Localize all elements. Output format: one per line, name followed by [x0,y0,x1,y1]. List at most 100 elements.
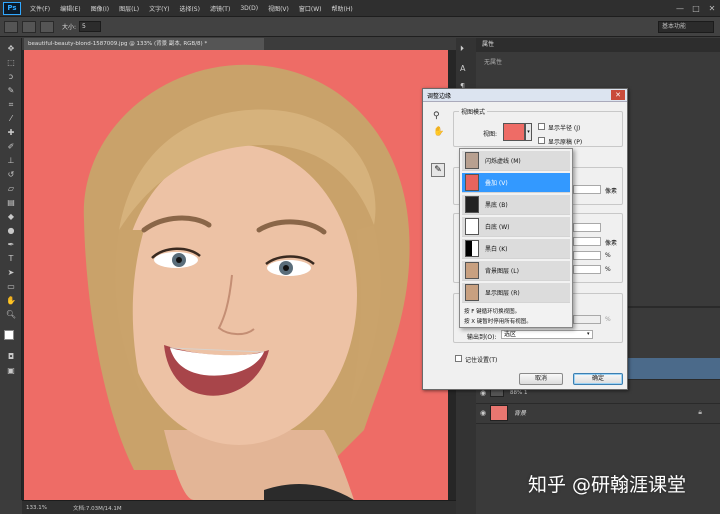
menu-edit[interactable]: 编辑(E) [55,4,85,13]
document-info: 文档:7.03M/14.1M [72,505,122,512]
eyedropper-tool-icon[interactable]: ⁄ [4,114,18,124]
crop-tool-icon[interactable]: ⌗ [4,100,18,110]
marquee-tool-icon[interactable]: ⬚ [4,58,18,68]
view-option-thumbnail [465,262,479,279]
maximize-button[interactable]: □ [688,4,704,13]
hand-icon[interactable]: ✋ [433,127,444,137]
zoom-level[interactable]: 133.1% [26,505,47,511]
clone-stamp-tool-icon[interactable]: ⊥ [4,156,18,166]
view-mode-menu: 闪烁虚线 (M) 叠加 (V) 黑底 (B) 白底 (W) 黑白 (K) 背景图… [459,148,573,328]
zoom-tool-icon[interactable]: 🔍︎ [4,310,18,320]
view-thumbnail-dropdown[interactable] [503,123,525,141]
view-option-overlay[interactable]: 叠加 (V) [462,173,570,193]
brush-add-button[interactable] [40,20,54,33]
chevron-down-icon[interactable]: ▾ [587,331,590,337]
feather-unit-label: 像素 [605,240,618,247]
blur-tool-icon[interactable]: ◆ [4,212,18,222]
menu-window[interactable]: 窗口(W) [294,4,327,13]
quick-select-tool-icon[interactable]: ✎ [4,86,18,96]
refine-radius-tool-icon[interactable]: ✎ [431,163,445,177]
view-option-reveal-layer[interactable]: 显示图层 (R) [462,283,570,303]
view-option-marching-ants[interactable]: 闪烁虚线 (M) [462,151,570,171]
view-option-label: 闪烁虚线 (M) [485,158,521,165]
hand-tool-icon[interactable]: ✋ [4,296,18,306]
show-original-label: 显示原稿 (P) [548,139,583,146]
contrast-unit-label: % [605,252,611,259]
lasso-tool-icon[interactable]: ↄ [4,72,18,82]
size-label: 大小: [62,24,77,31]
healing-tool-icon[interactable]: ✚ [4,128,18,138]
shape-tool-icon[interactable]: ▭ [4,282,18,292]
view-option-label: 白底 (W) [485,224,510,231]
move-tool-icon[interactable]: ✥ [4,44,18,54]
layer-name: 88% 1 [510,389,528,396]
screen-mode-icon[interactable]: ▣ [4,366,18,376]
workspace-select[interactable]: 基本功能 [658,20,714,33]
show-original-checkbox[interactable] [538,137,545,144]
menu-file[interactable]: 文件(F) [25,4,55,13]
ok-button[interactable]: 确定 [573,373,623,385]
close-window-button[interactable]: ✕ [704,4,720,13]
view-option-thumbnail [465,152,479,169]
zoom-icon[interactable]: ⚲ [433,111,440,121]
menu-help[interactable]: 帮助(H) [327,4,358,13]
character-panel-icon[interactable]: A [460,64,465,73]
output-to-label: 输出到(O): [467,334,497,341]
brush-tool-icon[interactable]: ✐ [4,142,18,152]
amount-field[interactable] [573,315,601,324]
view-option-on-layers[interactable]: 背景图层 (L) [462,261,570,281]
radius-field[interactable] [573,185,601,194]
contrast-field[interactable] [573,251,601,260]
eraser-tool-icon[interactable]: ▱ [4,184,18,194]
path-select-tool-icon[interactable]: ➤ [4,268,18,278]
menu-layer[interactable]: 图层(L) [114,4,144,13]
photoshop-logo: Ps [3,1,21,15]
smooth-field[interactable] [573,223,601,232]
brush-mode-button[interactable] [22,20,36,33]
cancel-button[interactable]: 取消 [519,373,563,385]
minimize-button[interactable]: — [672,4,688,13]
shift-edge-field[interactable] [573,265,601,274]
view-hint-disable: 按 X 键暂时停用所有视图。 [464,319,532,325]
properties-tab[interactable]: 属性 [476,38,720,52]
pen-tool-icon[interactable]: ✒ [4,240,18,250]
menu-filter[interactable]: 滤镜(T) [205,4,235,13]
show-radius-checkbox[interactable] [538,123,545,130]
layer-row[interactable]: ◉ 背景 🔒︎ [476,402,720,424]
chevron-down-icon[interactable]: ▾ [525,123,532,141]
menu-type[interactable]: 文字(Y) [144,4,174,13]
view-option-black-white[interactable]: 黑白 (K) [462,239,570,259]
photo-canvas[interactable] [24,50,448,500]
history-brush-tool-icon[interactable]: ↺ [4,170,18,180]
view-option-on-black[interactable]: 黑底 (B) [462,195,570,215]
menu-view[interactable]: 视图(V) [263,4,294,13]
view-option-label: 背景图层 (L) [485,268,519,275]
layer-name: 背景 [514,410,527,417]
view-option-thumbnail [465,284,479,301]
remember-settings-checkbox[interactable] [455,355,462,362]
status-bar: 133.1% 文档:7.03M/14.1M [22,500,456,514]
output-to-select[interactable]: 选区 [501,330,593,339]
feather-field[interactable] [573,237,601,246]
foreground-color-swatch[interactable] [4,330,14,340]
tool-preset-button[interactable] [4,20,18,33]
menu-select[interactable]: 选择(S) [174,4,205,13]
type-tool-icon[interactable]: T [4,254,18,264]
visibility-eye-icon[interactable]: ◉ [476,409,490,417]
quick-mask-icon[interactable]: ◘ [4,352,18,362]
amount-unit-label: % [605,316,611,323]
history-panel-icon[interactable]: ⏵ [460,44,464,54]
dialog-close-button[interactable]: ✕ [611,90,625,100]
document-tab[interactable]: beautiful-beauty-blond-1587009.jpg @ 133… [24,38,264,50]
menu-image[interactable]: 图像(I) [86,4,114,13]
menu-3d[interactable]: 3D(D) [235,5,263,12]
size-input[interactable]: 5 [79,21,102,32]
properties-empty-label: 无属性 [484,59,503,66]
gradient-tool-icon[interactable]: ▤ [4,198,18,208]
show-radius-label: 显示半径 (J) [548,125,581,132]
view-option-thumbnail [465,240,479,257]
view-option-on-white[interactable]: 白底 (W) [462,217,570,237]
dodge-tool-icon[interactable]: ● [4,226,18,236]
radius-unit-label: 像素 [605,188,618,195]
view-option-label: 黑白 (K) [485,246,508,253]
